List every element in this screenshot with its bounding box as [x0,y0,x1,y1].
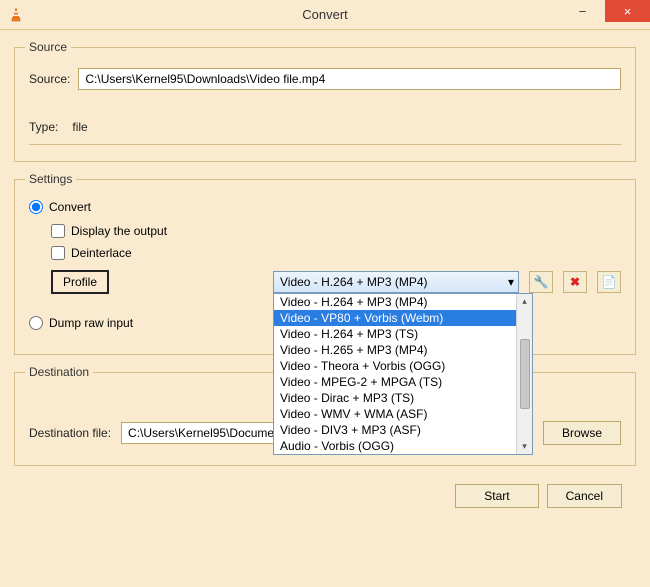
convert-label: Convert [49,200,91,214]
profile-option[interactable]: Video - Dirac + MP3 (TS) [274,390,516,406]
divider [29,144,621,145]
destination-legend: Destination [25,365,93,379]
chevron-down-icon: ▾ [508,275,514,289]
dump-label: Dump raw input [49,316,133,330]
profile-option[interactable]: Video - MPEG-2 + MPGA (TS) [274,374,516,390]
type-value: file [72,120,87,134]
new-profile-button[interactable]: 📄 [597,271,621,293]
deinterlace-label: Deinterlace [71,246,132,260]
profile-option[interactable]: Video - VP80 + Vorbis (Webm) [274,310,516,326]
profile-option[interactable]: Video - H.265 + MP3 (MP4) [274,342,516,358]
start-button[interactable]: Start [455,484,538,508]
profile-option[interactable]: Video - WMV + WMA (ASF) [274,406,516,422]
delete-icon: ✖ [570,275,580,289]
source-legend: Source [25,40,71,54]
deinterlace-checkbox[interactable] [51,246,65,260]
minimize-button[interactable]: − [560,0,605,22]
profile-option[interactable]: Audio - Vorbis (OGG) [274,438,516,454]
content: Source Source: Type: file Settings Conve… [0,30,650,518]
convert-radio[interactable] [29,200,43,214]
cancel-button[interactable]: Cancel [547,484,622,508]
scroll-up-icon[interactable]: ▴ [522,296,527,307]
delete-profile-button[interactable]: ✖ [563,271,587,293]
profile-combo-text: Video - H.264 + MP3 (MP4) [280,275,428,289]
wrench-icon: 🔧 [534,275,549,289]
dump-radio[interactable] [29,316,43,330]
titlebar: Convert − × [0,0,650,30]
window-buttons: − × [560,0,650,22]
destination-label: Destination file: [29,426,111,440]
profile-option[interactable]: Video - H.264 + MP3 (MP4) [274,294,516,310]
vlc-icon [8,7,24,23]
source-group: Source Source: Type: file [14,40,636,162]
source-input[interactable] [78,68,621,90]
profile-option[interactable]: Video - H.264 + MP3 (TS) [274,326,516,342]
scrollbar[interactable]: ▴ ▾ [516,294,532,454]
scroll-down-icon[interactable]: ▾ [522,441,527,452]
scroll-thumb[interactable] [520,339,530,409]
close-button[interactable]: × [605,0,650,22]
profile-option[interactable]: Video - Theora + Vorbis (OGG) [274,358,516,374]
type-label: Type: [29,120,58,134]
profile-button[interactable]: Profile [51,270,109,294]
profile-option[interactable]: Video - DIV3 + MP3 (ASF) [274,422,516,438]
settings-legend: Settings [25,172,76,186]
footer: Start Cancel [14,476,636,508]
new-icon: 📄 [602,275,617,289]
settings-group: Settings Convert Display the output Dein… [14,172,636,355]
browse-button[interactable]: Browse [543,421,621,445]
window-title: Convert [302,7,348,22]
source-label: Source: [29,72,70,86]
edit-profile-button[interactable]: 🔧 [529,271,553,293]
display-output-label: Display the output [71,224,167,238]
profile-dropdown: Video - H.264 + MP3 (MP4)Video - VP80 + … [273,293,533,455]
display-output-checkbox[interactable] [51,224,65,238]
profile-combo[interactable]: Video - H.264 + MP3 (MP4) ▾ [273,271,519,293]
